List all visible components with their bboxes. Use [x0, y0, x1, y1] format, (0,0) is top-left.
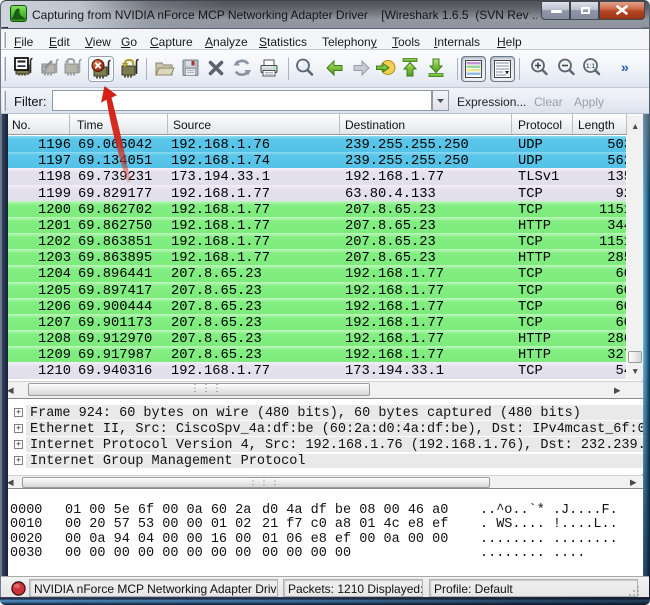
svg-text:1:1: 1:1	[586, 63, 595, 70]
